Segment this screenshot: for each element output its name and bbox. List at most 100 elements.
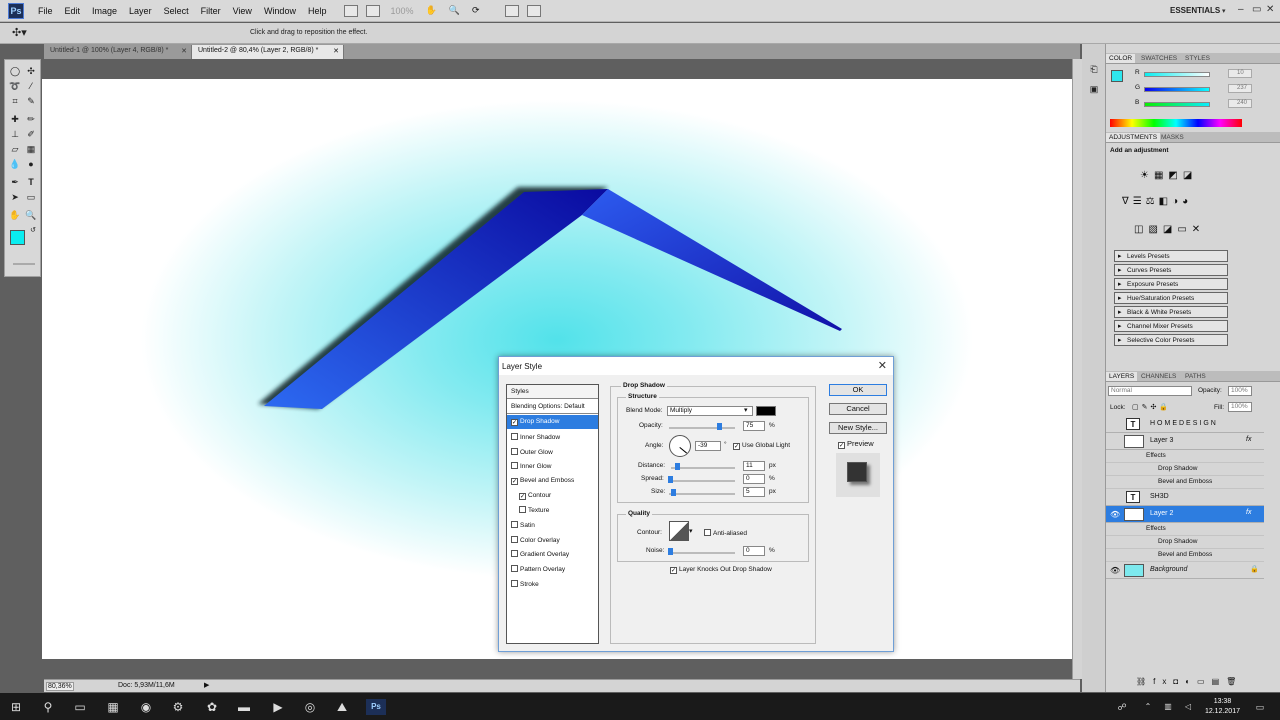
g-slider[interactable] (1144, 87, 1210, 92)
spread-slider-thumb[interactable] (668, 476, 673, 483)
history-panel-icon[interactable]: ⎗ (1087, 64, 1101, 77)
contour-picker[interactable] (669, 521, 689, 541)
styles-header[interactable]: Styles (507, 385, 598, 399)
black-white-presets[interactable]: Black & White Presets (1114, 306, 1228, 318)
eraser-tool-icon[interactable]: ▱ (8, 144, 22, 157)
close-tab-icon[interactable]: ✕ (181, 47, 187, 55)
menu-window[interactable]: Window (258, 6, 302, 16)
opacity-slider-thumb[interactable] (717, 423, 722, 430)
hand-tool-icon[interactable]: ✋ (420, 5, 443, 16)
style-satin[interactable]: Satin (507, 518, 598, 532)
style-inner-glow[interactable]: Inner Glow (507, 459, 598, 473)
lasso-tool-icon[interactable]: ➰ (8, 81, 22, 94)
layer-3-effects[interactable]: Effects (1106, 450, 1264, 463)
palette-icon[interactable]: ✿ (204, 699, 220, 715)
channel-mixer-presets[interactable]: Channel Mixer Presets (1114, 320, 1228, 332)
chrome-icon[interactable]: ◎ (302, 699, 318, 715)
history-brush-tool-icon[interactable]: ✐ (24, 129, 38, 142)
photoshop-logo[interactable]: Ps (8, 2, 24, 19)
view-extras-icon[interactable] (366, 4, 381, 17)
hue-saturation-presets[interactable]: Hue/Saturation Presets (1114, 292, 1228, 304)
style-bevel-emboss[interactable]: ✓ Bevel and Emboss (507, 474, 598, 488)
distance-slider-thumb[interactable] (675, 463, 680, 470)
quick-mask-icon[interactable] (13, 263, 35, 265)
shape-tool-icon[interactable]: ▭ (24, 192, 38, 205)
size-slider-thumb[interactable] (671, 489, 676, 496)
b-value[interactable]: 240 (1228, 99, 1252, 108)
tab-color[interactable]: COLOR (1106, 54, 1136, 63)
noise-slider[interactable] (669, 552, 735, 554)
r-slider[interactable] (1144, 72, 1210, 77)
layer-2[interactable]: 👁 Layer 2 fx (1106, 506, 1264, 523)
swap-colors-icon[interactable]: ↺ (26, 226, 40, 239)
dodge-tool-icon[interactable]: ● (24, 159, 38, 172)
style-gradient-overlay[interactable]: Gradient Overlay (507, 547, 598, 561)
layer-fill-field[interactable]: 100% (1228, 402, 1252, 412)
visibility-eye-icon[interactable]: 👁 (1110, 566, 1120, 575)
visibility-eye-icon[interactable]: 👁 (1110, 510, 1120, 519)
menu-image[interactable]: Image (86, 6, 123, 16)
ok-button[interactable]: OK (829, 384, 887, 396)
lock-icons[interactable]: ▢✎✣🔒 (1132, 403, 1171, 411)
status-menu-icon[interactable]: ▶ (204, 681, 209, 689)
size-field[interactable]: 5 (743, 487, 765, 497)
tab-styles[interactable]: STYLES (1182, 54, 1213, 63)
use-global-light-checkbox[interactable]: ✓ Use Global Light (733, 442, 790, 450)
volume-icon[interactable]: ◁ (1180, 699, 1196, 715)
distance-slider[interactable] (671, 467, 735, 469)
windows-start-icon[interactable]: ⊞ (8, 699, 24, 715)
color-ramp[interactable] (1110, 119, 1242, 127)
notifications-icon[interactable]: ▭ (1252, 699, 1268, 715)
preview-checkbox[interactable]: ✓ Preview (838, 439, 874, 449)
g-value[interactable]: 237 (1228, 84, 1252, 93)
zoom-tool-icon[interactable]: 🔍 (443, 5, 466, 16)
levels-presets[interactable]: Levels Presets (1114, 250, 1228, 262)
layer-sh3d[interactable]: T SH3D (1106, 489, 1264, 506)
workspace-switcher[interactable]: ESSENTIALS (1170, 6, 1220, 15)
noise-slider-thumb[interactable] (668, 548, 673, 555)
menu-view[interactable]: View (227, 6, 258, 16)
tab-adjustments[interactable]: ADJUSTMENTS (1106, 133, 1161, 142)
crop-tool-icon[interactable]: ⌗ (8, 96, 22, 109)
move-tool-icon[interactable]: ✣ (24, 66, 38, 79)
spread-slider[interactable] (669, 480, 735, 482)
knocks-out-checkbox[interactable]: ✓ Layer Knocks Out Drop Shadow (670, 566, 772, 574)
adjustment-icons-row-2[interactable]: ∇☰⚖◧◑◕ (1122, 196, 1192, 207)
network-icon[interactable]: ▥ (1160, 699, 1176, 715)
tab-channels[interactable]: CHANNELS (1138, 372, 1179, 381)
gradient-tool-icon[interactable]: ▦ (24, 144, 38, 157)
maps-icon[interactable]: ◉ (138, 699, 154, 715)
style-pattern-overlay[interactable]: Pattern Overlay (507, 562, 598, 576)
menu-select[interactable]: Select (158, 6, 195, 16)
workspace-dropdown-icon[interactable]: ▾ (1222, 7, 1226, 15)
blend-mode-select[interactable]: Multiply (667, 406, 753, 416)
menu-filter[interactable]: Filter (195, 6, 227, 16)
close-icon[interactable]: ✕ (878, 359, 887, 372)
restore-icon[interactable]: ▭ (1252, 4, 1261, 15)
menu-edit[interactable]: Edit (59, 6, 87, 16)
marquee-tool-icon[interactable]: ◯ (8, 66, 22, 79)
type-tool-icon[interactable]: T (24, 177, 38, 190)
hand-tool-icon[interactable]: ✋ (8, 210, 22, 223)
angle-dial[interactable] (669, 435, 691, 457)
photos-icon[interactable]: ⛰ (334, 699, 350, 715)
layer-2-effects[interactable]: Effects (1106, 523, 1264, 536)
path-selection-tool-icon[interactable]: ➤ (8, 192, 22, 205)
search-icon[interactable]: ⚲ (40, 699, 56, 715)
contour-dropdown-icon[interactable]: ▾ (689, 527, 693, 535)
style-outer-glow[interactable]: Outer Glow (507, 445, 598, 459)
healing-brush-tool-icon[interactable]: ✚ (8, 114, 22, 127)
cancel-button[interactable]: Cancel (829, 403, 887, 415)
clock[interactable]: 13:38 12.12.2017 (1205, 697, 1240, 717)
zoom-level-select[interactable]: 100% (384, 6, 419, 16)
layer-3-drop-shadow[interactable]: Drop Shadow (1106, 463, 1264, 476)
tab-paths[interactable]: PATHS (1182, 372, 1209, 381)
new-style-button[interactable]: New Style... (829, 422, 887, 434)
close-icon[interactable]: ✕ (1266, 4, 1274, 15)
system-tray-icons[interactable]: ⌃ (1140, 699, 1156, 715)
layer-3-bevel-emboss[interactable]: Bevel and Emboss (1106, 476, 1264, 489)
shadow-color-swatch[interactable] (756, 406, 776, 416)
anti-aliased-checkbox[interactable]: Anti-aliased (704, 529, 747, 537)
photoshop-taskbar-icon[interactable]: Ps (366, 699, 386, 715)
quick-selection-tool-icon[interactable]: ⁄ (24, 81, 38, 94)
